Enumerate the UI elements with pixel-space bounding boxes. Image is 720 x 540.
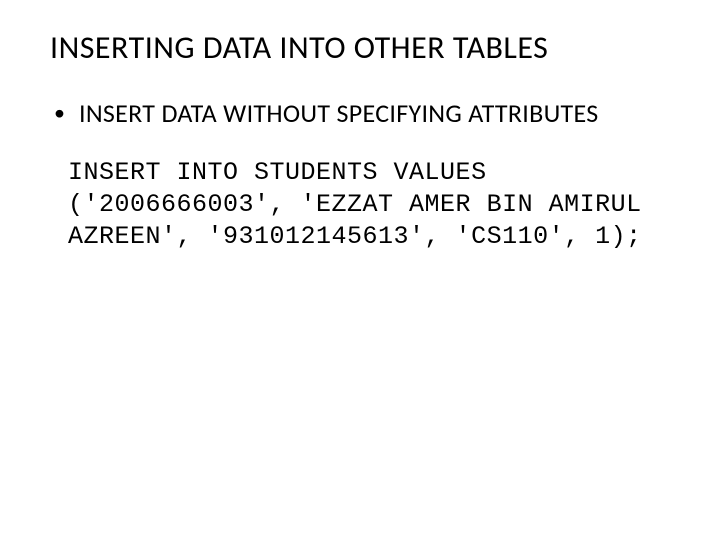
bullet-item: • INSERT DATA WITHOUT SPECIFYING ATTRIBU… <box>50 97 680 129</box>
bullet-text: INSERT DATA WITHOUT SPECIFYING ATTRIBUTE… <box>79 97 599 129</box>
slide-title: INSERTING DATA INTO OTHER TABLES <box>50 28 680 67</box>
slide: INSERTING DATA INTO OTHER TABLES • INSER… <box>0 0 720 540</box>
bullet-dot-icon: • <box>54 97 65 129</box>
sql-code-block: INSERT INTO STUDENTS VALUES ('2006666003… <box>68 157 670 253</box>
